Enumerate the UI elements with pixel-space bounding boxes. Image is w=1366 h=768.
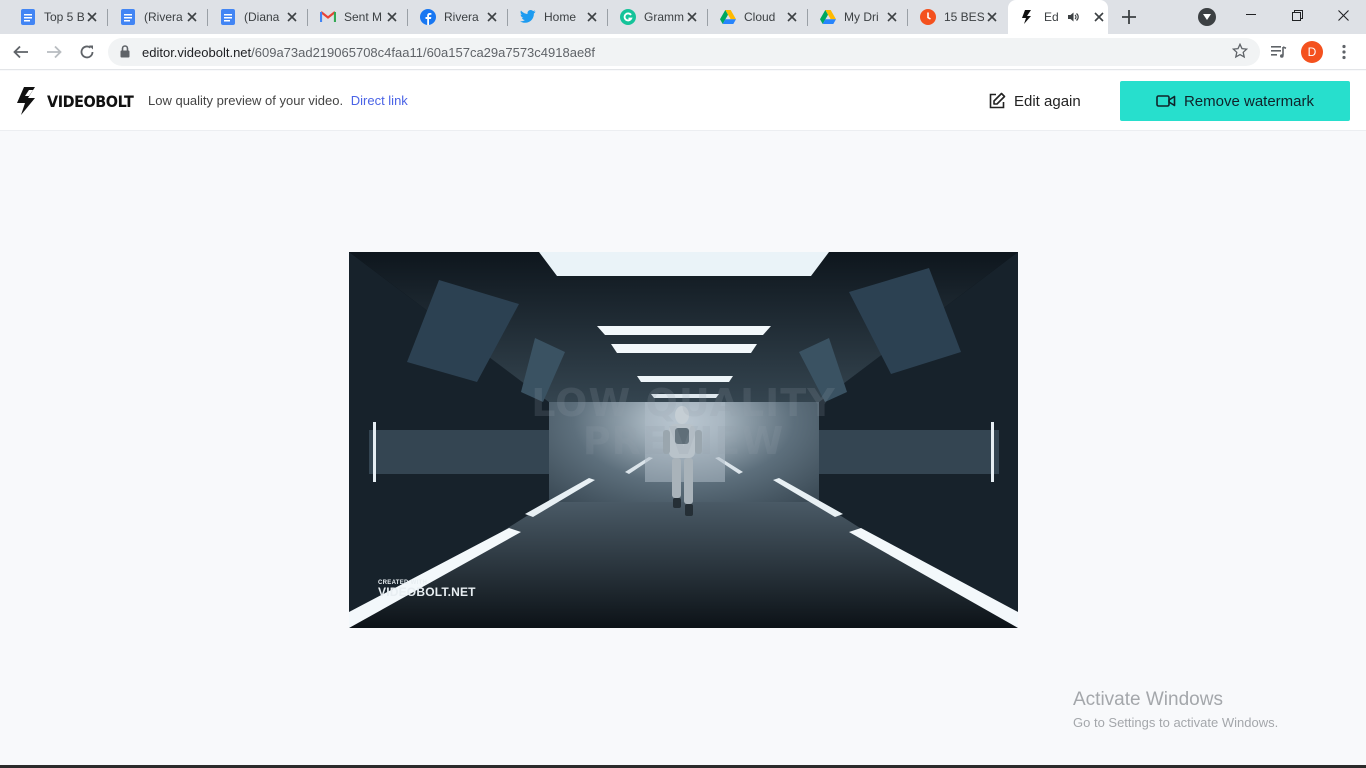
address-bar[interactable]: editor.videobolt.net/609a73ad219065708c4… (108, 38, 1260, 66)
videobolt-logo[interactable]: VIDEOBOLT (15, 86, 143, 116)
facebook-icon (420, 9, 436, 25)
videobolt-icon (1020, 9, 1036, 25)
close-tab-icon[interactable] (84, 9, 100, 25)
google-docs-icon (120, 9, 136, 25)
profile-avatar[interactable]: D (1300, 40, 1324, 64)
close-tab-icon[interactable] (584, 9, 600, 25)
forward-button[interactable] (42, 40, 66, 64)
bookmark-star-icon[interactable] (1231, 42, 1249, 64)
close-tab-icon[interactable] (884, 9, 900, 25)
url-text[interactable]: editor.videobolt.net/609a73ad219065708c4… (142, 45, 595, 60)
video-camera-icon (1156, 95, 1176, 107)
browser-toolbar: editor.videobolt.net/609a73ad219065708c4… (0, 34, 1366, 70)
close-tab-icon[interactable] (984, 9, 1000, 25)
browser-menu-icon[interactable] (1332, 40, 1356, 64)
tab-title: Gramm (644, 10, 684, 24)
google-drive-icon (820, 9, 836, 25)
remove-watermark-button[interactable]: Remove watermark (1120, 81, 1350, 121)
tab-9[interactable]: My Dri (808, 0, 908, 34)
new-tab-button[interactable] (1119, 7, 1139, 27)
windows-activation-notice: Activate Windows Go to Settings to activ… (1073, 689, 1278, 730)
low-quality-watermark: LOW QUALITY PREVIEW (349, 384, 1018, 460)
grammarly-icon (620, 9, 636, 25)
activate-windows-subtitle: Go to Settings to activate Windows. (1073, 715, 1279, 730)
tab-active-videobolt[interactable]: Ed (1008, 0, 1108, 34)
videobolt-bolt-icon (17, 87, 35, 115)
tab-7[interactable]: Gramm (608, 0, 708, 34)
minimize-button[interactable] (1228, 0, 1274, 30)
lock-icon[interactable] (120, 45, 130, 63)
site-icon (920, 9, 936, 25)
tab-5[interactable]: Rivera (408, 0, 508, 34)
close-tab-icon[interactable] (284, 9, 300, 25)
video-preview[interactable]: LOW QUALITY PREVIEW CREATED WITH VIDEOBO… (349, 252, 1018, 628)
tab-search-button[interactable] (1198, 8, 1216, 26)
edit-again-label: Edit again (1014, 92, 1081, 110)
tab-3[interactable]: (Diana (208, 0, 308, 34)
gmail-icon (320, 9, 336, 25)
logo-text: VIDEOBOLT (47, 91, 134, 111)
edit-icon (989, 92, 1006, 109)
google-drive-icon (720, 9, 736, 25)
speaker-icon[interactable] (1067, 11, 1079, 23)
tab-2[interactable]: (Rivera (108, 0, 208, 34)
tab-title: (Diana (244, 10, 280, 24)
tab-1[interactable]: Top 5 B (8, 0, 108, 34)
tab-title: Ed (1044, 10, 1059, 24)
close-tab-icon[interactable] (384, 9, 400, 25)
preview-note: Low quality preview of your video. Direc… (148, 93, 408, 108)
close-tab-icon[interactable] (184, 9, 200, 25)
tab-title: 15 BES (944, 10, 984, 24)
videobolt-net-label: VIDEOBOLT.NET (378, 585, 476, 599)
close-tab-icon[interactable] (1091, 9, 1107, 25)
remove-watermark-label: Remove watermark (1183, 92, 1315, 110)
tab-title: Top 5 B (44, 10, 84, 24)
tab-title: (Rivera (144, 10, 183, 24)
twitter-icon (520, 9, 536, 25)
preview-note-text: Low quality preview of your video. (148, 93, 344, 108)
back-button[interactable] (9, 40, 33, 64)
activate-windows-title: Activate Windows (1073, 689, 1223, 710)
watermark-line-1: LOW QUALITY (531, 381, 836, 425)
tab-10[interactable]: 15 BES (908, 0, 1008, 34)
restore-button[interactable] (1274, 0, 1320, 30)
media-control-icon[interactable] (1267, 40, 1291, 64)
close-window-button[interactable] (1320, 0, 1366, 30)
reload-button[interactable] (75, 40, 99, 64)
close-tab-icon[interactable] (684, 9, 700, 25)
tab-title: Home (544, 10, 577, 24)
tab-4[interactable]: Sent M (308, 0, 408, 34)
app-header: VIDEOBOLT Low quality preview of your vi… (0, 71, 1366, 131)
tab-title: My Dri (844, 10, 879, 24)
tab-title: Sent M (344, 10, 383, 24)
close-tab-icon[interactable] (484, 9, 500, 25)
tab-6[interactable]: Home (508, 0, 608, 34)
google-docs-icon (20, 9, 36, 25)
close-tab-icon[interactable] (784, 9, 800, 25)
edit-again-button[interactable]: Edit again (988, 90, 1081, 112)
watermark-line-2: PREVIEW (582, 419, 785, 463)
tab-strip: Top 5 B (Rivera (Diana Sent M Rivera Hom… (0, 0, 1366, 34)
tab-title: Rivera (444, 10, 479, 24)
google-docs-icon (220, 9, 236, 25)
tab-8[interactable]: Cloud (708, 0, 808, 34)
created-with-watermark: CREATED WITH VIDEOBOLT.NET (378, 580, 476, 599)
avatar: D (1301, 41, 1323, 63)
tab-title: Cloud (744, 10, 776, 24)
direct-link[interactable]: Direct link (351, 93, 408, 108)
